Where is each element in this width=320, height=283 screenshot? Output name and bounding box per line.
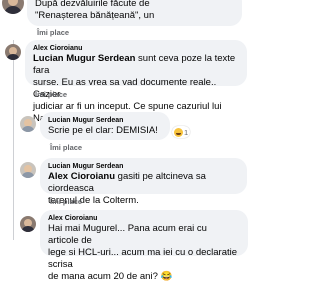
- mention-link[interactable]: Lucian Mugur Serdean: [33, 53, 135, 64]
- reaction-count[interactable]: 1: [172, 126, 191, 138]
- comment-text: lege si HCL-uri... acum ma iei cu o decl…: [48, 247, 238, 270]
- comment-thread: După dezvăluirile făcute de "Renașterea …: [0, 0, 250, 282]
- comment-text: Alex Cioroianu gasiti pe altcineva sa ci…: [48, 171, 206, 194]
- thread-line: [13, 40, 14, 240]
- comment-bubble: Lucian Mugur Serdean Alex Cioroianu gasi…: [40, 158, 247, 206]
- avatar[interactable]: [20, 216, 36, 232]
- comment-text: "Renașterea bănățeană", un: [35, 10, 155, 21]
- comment-bubble: Alex Cioroianu Hai mai Mugurel... Pana a…: [40, 210, 248, 282]
- comment-author[interactable]: Alex Cioroianu: [48, 214, 240, 223]
- comment-actions: Îmi place: [37, 28, 69, 37]
- haha-emoji-icon: [174, 127, 183, 137]
- comment-actions: Îmi place: [50, 197, 82, 206]
- comment-text: de mana acum 20 de ani? 😂: [48, 271, 173, 282]
- comment-actions: Îmi place: [50, 143, 82, 152]
- like-button[interactable]: Îmi place: [35, 90, 67, 99]
- comment-text: Hai mai Mugurel... Pana acum erai cu art…: [48, 223, 207, 246]
- comment-author[interactable]: Lucian Mugur Serdean: [48, 162, 239, 171]
- comment-text: Scrie pe el clar: DEMISIA!: [48, 125, 158, 136]
- comment-bubble: Alex Cioroianu Lucian Mugur Serdean sunt…: [25, 40, 247, 124]
- avatar[interactable]: [20, 116, 36, 132]
- comment-bubble: După dezvăluirile făcute de "Renașterea …: [27, 0, 242, 26]
- comment-text: După dezvăluirile făcute de: [35, 0, 150, 9]
- mention-link[interactable]: Alex Cioroianu: [48, 171, 115, 182]
- avatar[interactable]: [20, 162, 36, 178]
- avatar[interactable]: [5, 44, 21, 60]
- comment-bubble: Lucian Mugur Serdean Scrie pe el clar: D…: [40, 112, 170, 140]
- comment-actions: Îmi place: [35, 90, 67, 99]
- comment-author[interactable]: Lucian Mugur Serdean: [48, 116, 162, 125]
- like-button[interactable]: Îmi place: [37, 28, 69, 37]
- comment-author[interactable]: Alex Cioroianu: [33, 44, 239, 53]
- comment-text: Lucian Mugur Serdean sunt ceva poze la t…: [33, 53, 236, 76]
- like-button[interactable]: Îmi place: [50, 197, 82, 206]
- like-button[interactable]: Îmi place: [50, 143, 82, 152]
- avatar[interactable]: [2, 0, 24, 14]
